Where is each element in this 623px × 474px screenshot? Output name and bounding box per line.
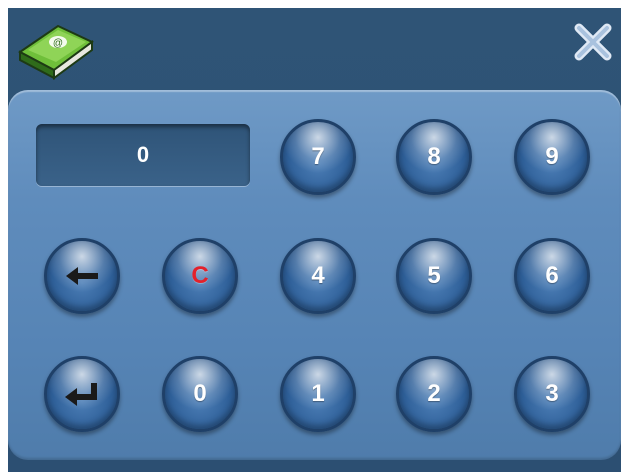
close-button[interactable] [574,22,612,62]
key-1[interactable]: 1 [280,356,356,432]
backspace-button[interactable] [44,238,120,314]
svg-text:@: @ [53,38,63,49]
key-9[interactable]: 9 [514,119,590,195]
key-3[interactable]: 3 [514,356,590,432]
key-2[interactable]: 2 [396,356,472,432]
enter-button[interactable] [44,356,120,432]
key-4[interactable]: 4 [280,238,356,314]
key-8[interactable]: 8 [396,119,472,195]
key-6[interactable]: 6 [514,238,590,314]
key-5[interactable]: 5 [396,238,472,314]
enter-return-icon [65,383,97,406]
book-icon: @ [16,12,96,82]
clear-button[interactable]: C [162,238,238,314]
close-icon [574,23,612,61]
key-0[interactable]: 0 [162,356,238,432]
screen: @ 0 7 8 9 C 4 5 6 0 1 2 3 [0,0,623,474]
arrow-left-icon [66,267,98,285]
key-7[interactable]: 7 [280,119,356,195]
number-display: 0 [36,124,250,186]
